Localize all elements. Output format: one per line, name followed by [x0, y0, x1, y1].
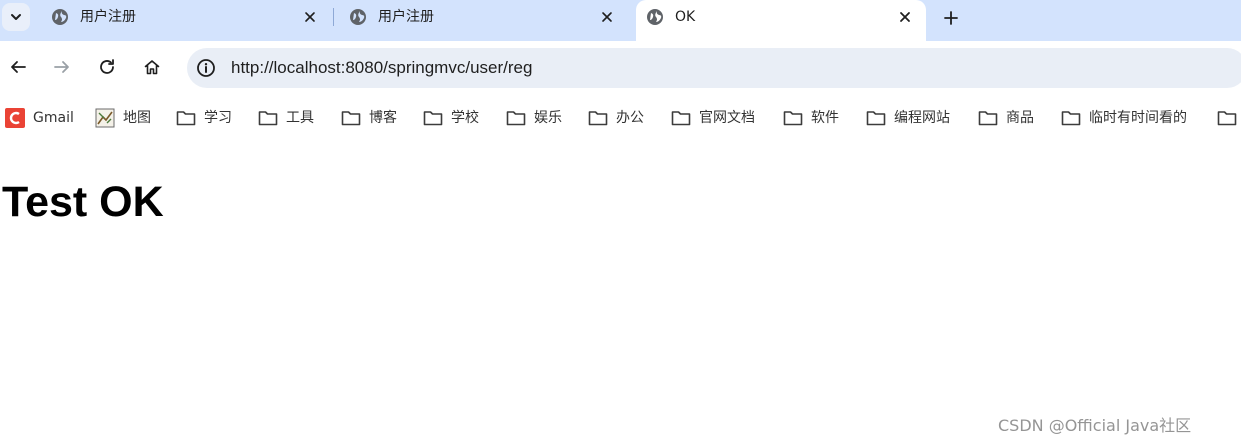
bookmark-folder[interactable]: 博客: [341, 108, 397, 128]
arrow-left-icon: [11, 61, 26, 73]
globe-icon: [350, 9, 366, 25]
folder-icon: [176, 108, 196, 128]
plus-icon: [944, 11, 958, 25]
bookmarks-bar: Gmail 地图 学习 工具 博客 学校 娱乐 办公 官网文档 软件 编程网站 …: [0, 93, 1241, 141]
bookmark-label: 工具: [286, 110, 314, 126]
home-icon: [144, 60, 160, 75]
folder-icon: [341, 108, 361, 128]
bookmark-label: Gmail: [33, 110, 74, 126]
address-bar[interactable]: http://localhost:8080/springmvc/user/reg: [187, 48, 1241, 88]
tab-3-active[interactable]: OK: [636, 0, 926, 41]
globe-icon: [52, 9, 68, 25]
forward-button[interactable]: [52, 57, 72, 77]
bookmark-maps[interactable]: 地图: [95, 108, 151, 128]
bookmark-folder[interactable]: 学习: [176, 108, 232, 128]
bookmark-gmail[interactable]: Gmail: [5, 108, 74, 128]
bookmark-folder[interactable]: 官网文档: [671, 108, 755, 128]
url-text[interactable]: http://localhost:8080/springmvc/user/reg: [231, 58, 532, 78]
folder-icon: [866, 108, 886, 128]
folder-icon: [671, 108, 691, 128]
bookmark-folder[interactable]: 办公: [588, 108, 644, 128]
chevron-down-icon: [11, 14, 21, 20]
back-button[interactable]: [8, 57, 28, 77]
close-icon: [900, 12, 910, 22]
globe-icon: [647, 9, 663, 25]
folder-icon: [506, 108, 526, 128]
bookmark-label: 临时有时间看的: [1089, 110, 1187, 126]
folder-icon: [1061, 108, 1081, 128]
page-heading: Test OK: [2, 178, 164, 226]
folder-icon: [783, 108, 803, 128]
tab-2[interactable]: 用户注册: [333, 0, 633, 41]
tab-strip: 用户注册 用户注册 OK: [0, 0, 1241, 41]
reload-icon: [100, 59, 114, 74]
folder-icon: [588, 108, 608, 128]
bookmark-label: 学校: [451, 110, 479, 126]
bookmark-folder[interactable]: 学校: [423, 108, 479, 128]
close-tab-button[interactable]: [598, 8, 616, 26]
folder-icon: [423, 108, 443, 128]
close-tab-button[interactable]: [301, 8, 319, 26]
reload-button[interactable]: [97, 57, 117, 77]
tab-title: 用户注册: [80, 9, 136, 25]
close-icon: [305, 12, 315, 22]
bookmark-label: 博客: [369, 110, 397, 126]
toolbar: http://localhost:8080/springmvc/user/reg: [0, 41, 1241, 93]
bookmark-label: 娱乐: [534, 110, 562, 126]
folder-icon: [1217, 108, 1237, 128]
arrow-right-icon: [54, 61, 69, 73]
gmail-icon: [5, 108, 25, 128]
bookmark-folder[interactable]: 编程网站: [866, 108, 950, 128]
tab-search-button[interactable]: [2, 3, 30, 31]
bookmark-folder[interactable]: 临时有时间看的: [1061, 108, 1187, 128]
watermark: CSDN @Official Java社区: [998, 416, 1192, 435]
home-button[interactable]: [142, 57, 162, 77]
tab-1[interactable]: 用户注册: [35, 0, 332, 41]
bookmark-label: 办公: [616, 110, 644, 126]
new-tab-button[interactable]: [940, 7, 962, 29]
close-icon: [602, 12, 612, 22]
bookmark-label: 商品: [1006, 110, 1034, 126]
maps-icon: [95, 108, 115, 128]
tab-title: 用户注册: [378, 9, 434, 25]
folder-icon: [978, 108, 998, 128]
folder-icon: [258, 108, 278, 128]
bookmark-folder[interactable]: 软件: [783, 108, 839, 128]
bookmark-folder-overflow[interactable]: [1217, 108, 1241, 128]
info-icon[interactable]: [196, 58, 216, 78]
bookmark-label: 学习: [204, 110, 232, 126]
bookmark-label: 软件: [811, 110, 839, 126]
tab-title: OK: [675, 9, 696, 25]
bookmark-folder[interactable]: 工具: [258, 108, 314, 128]
close-tab-button[interactable]: [896, 8, 914, 26]
bookmark-label: 地图: [123, 110, 151, 126]
bookmark-folder[interactable]: 商品: [978, 108, 1034, 128]
bookmark-folder[interactable]: 娱乐: [506, 108, 562, 128]
bookmark-label: 编程网站: [894, 110, 950, 126]
bookmark-label: 官网文档: [699, 110, 755, 126]
